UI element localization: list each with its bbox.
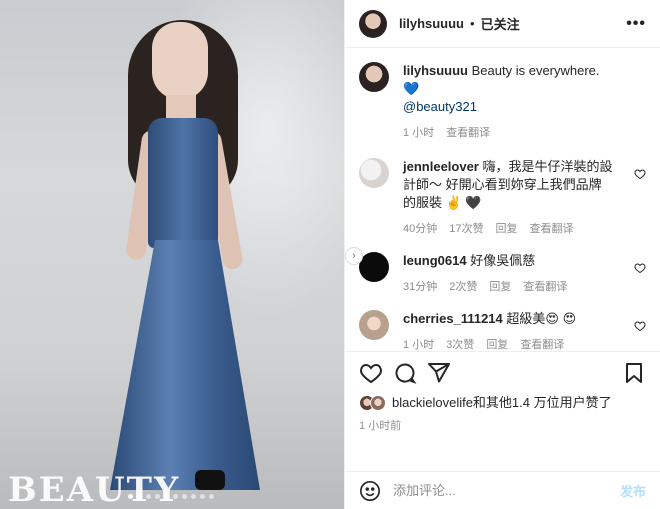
carousel-dot xyxy=(137,494,142,499)
carousel-dot xyxy=(191,494,196,499)
likes-text[interactable]: blackielovelife和其他1.4 万位用户赞了 xyxy=(392,394,632,411)
caption-translate-link[interactable]: 查看翻译 xyxy=(446,124,490,142)
author-avatar[interactable] xyxy=(359,9,387,38)
emoji-icon[interactable] xyxy=(359,480,381,502)
comment-avatar[interactable] xyxy=(359,310,389,340)
comment-body: cherries_111214 超級美😍 😍 1 小时 3次赞 回复 查看翻译 xyxy=(403,310,613,351)
comment-meta: 31分钟 2次赞 回复 查看翻译 xyxy=(403,278,613,296)
liker-avatars[interactable] xyxy=(359,395,386,411)
carousel-dot xyxy=(182,494,187,499)
photo-denim-bodice xyxy=(148,118,218,248)
more-horizontal-icon[interactable]: ••• xyxy=(626,15,646,33)
comment-icon[interactable] xyxy=(393,361,417,385)
comment-username[interactable]: cherries_111214 xyxy=(403,311,503,326)
add-comment-input[interactable] xyxy=(393,483,573,498)
photo-face xyxy=(152,22,208,100)
comment-meta: 40分钟 17次赞 回复 查看翻译 xyxy=(403,220,613,238)
comment-translate-link[interactable]: 查看翻译 xyxy=(530,220,574,238)
likes-summary: blackielovelife和其他1.4 万位用户赞了 xyxy=(345,394,660,411)
brand-watermark: BEAUTY xyxy=(8,470,181,509)
comment-likes[interactable]: 2次赞 xyxy=(449,278,477,296)
heart-icon[interactable] xyxy=(359,361,383,385)
comment-text: 超級美😍 😍 xyxy=(506,311,577,326)
carousel-next-button[interactable]: › xyxy=(345,247,363,265)
caption-body: lilyhsuuuu Beauty is everywhere. 💙 @beau… xyxy=(403,62,613,142)
add-comment-bar: 发布 xyxy=(345,471,660,509)
bookmark-icon[interactable] xyxy=(622,361,646,385)
comment-body: leung0614 好像吳佩慈 31分钟 2次赞 回复 查看翻译 xyxy=(403,252,613,296)
comment-username[interactable]: leung0614 xyxy=(403,253,467,268)
comment-item: cherries_111214 超級美😍 😍 1 小时 3次赞 回复 查看翻译 xyxy=(359,310,646,351)
post-photo[interactable]: BEAUTY xyxy=(0,0,344,509)
carousel-dot xyxy=(164,494,169,499)
comment-body: jennleelover 嗨，我是牛仔洋裝的設計師～ 好開心看到妳穿上我們品牌的… xyxy=(403,158,613,238)
caption-time: 1 小时 xyxy=(403,127,435,139)
comment-username[interactable]: jennleelover xyxy=(403,159,479,174)
caption-meta: 1 小时 查看翻译 xyxy=(403,124,613,142)
comment-likes[interactable]: 17次赞 xyxy=(449,220,483,238)
photo-shoe xyxy=(195,470,225,490)
comment-avatar[interactable] xyxy=(359,158,389,188)
author-username[interactable]: lilyhsuuuu xyxy=(399,16,464,31)
post-actions-bar xyxy=(345,352,660,394)
comment-reply-button[interactable]: 回复 xyxy=(486,336,508,351)
carousel-dot xyxy=(173,494,178,499)
comments-list[interactable]: lilyhsuuuu Beauty is everywhere. 💙 @beau… xyxy=(345,48,660,352)
caption-avatar[interactable] xyxy=(359,62,389,92)
heart-icon[interactable] xyxy=(634,262,646,274)
carousel-dot xyxy=(155,494,160,499)
post-comment-button[interactable]: 发布 xyxy=(620,481,646,500)
post-timestamp: 1 小时前 xyxy=(359,420,402,432)
post-side-panel: lilyhsuuuu • 已关注 ••• lilyhsuuuu Beauty i… xyxy=(344,0,660,509)
chevron-right-icon: › xyxy=(352,250,356,262)
share-icon[interactable] xyxy=(427,361,451,385)
comment-reply-button[interactable]: 回复 xyxy=(496,220,518,238)
post-header: lilyhsuuuu • 已关注 ••• xyxy=(345,0,660,48)
comment-translate-link[interactable]: 查看翻译 xyxy=(523,278,567,296)
comment-item: leung0614 好像吳佩慈 31分钟 2次赞 回复 查看翻译 xyxy=(359,252,646,296)
caption-username[interactable]: lilyhsuuuu xyxy=(403,63,468,78)
carousel-dot xyxy=(146,494,151,499)
comment-time: 40分钟 xyxy=(403,223,438,235)
carousel-dot xyxy=(209,494,214,499)
comment-likes[interactable]: 3次赞 xyxy=(446,336,474,351)
comment-meta: 1 小时 3次赞 回复 查看翻译 xyxy=(403,336,613,351)
carousel-dots xyxy=(128,494,214,499)
heart-icon[interactable] xyxy=(634,168,646,180)
comment-reply-button[interactable]: 回复 xyxy=(489,278,511,296)
comment-translate-link[interactable]: 查看翻译 xyxy=(520,336,564,351)
comment-item: jennleelover 嗨，我是牛仔洋裝的設計師～ 好開心看到妳穿上我們品牌的… xyxy=(359,158,646,238)
comment-text: 好像吳佩慈 xyxy=(470,253,536,268)
heart-icon[interactable] xyxy=(634,320,646,332)
follow-status-button[interactable]: 已关注 xyxy=(481,14,520,33)
comment-time: 1 小时 xyxy=(403,339,435,351)
comment-avatar[interactable] xyxy=(359,252,389,282)
caption: lilyhsuuuu Beauty is everywhere. 💙 @beau… xyxy=(359,62,646,142)
carousel-dot xyxy=(200,494,205,499)
comment-time: 31分钟 xyxy=(403,281,438,293)
header-separator: • xyxy=(470,16,475,31)
instagram-post-view: BEAUTY › lilyhsuuuu • 已关注 ••• lilyhsuuuu… xyxy=(0,0,660,509)
carousel-dot xyxy=(128,494,133,499)
caption-mention-link[interactable]: @beauty321 xyxy=(403,98,613,116)
